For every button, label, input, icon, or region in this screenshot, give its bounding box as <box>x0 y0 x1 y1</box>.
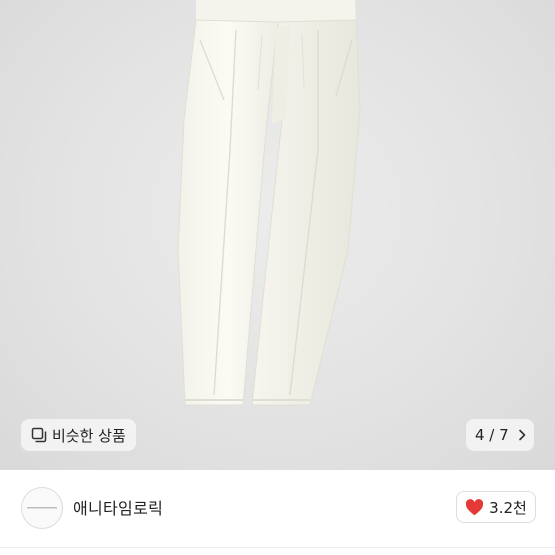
seller-avatar[interactable] <box>21 487 63 529</box>
image-counter-text: 4 / 7 <box>475 426 509 444</box>
like-button[interactable]: 3.2천 <box>456 491 536 523</box>
similar-items-icon <box>31 427 47 443</box>
product-image[interactable] <box>0 0 555 470</box>
product-detail-screen: 비슷한 상품 4 / 7 애니타임로릭 3.2천 <box>0 0 555 555</box>
seller-logo <box>27 507 57 509</box>
chevron-right-icon <box>517 429 527 441</box>
similar-items-label: 비슷한 상품 <box>52 426 126 445</box>
heart-icon <box>465 498 484 516</box>
seller-bar: 애니타임로릭 3.2천 <box>0 470 555 555</box>
seller-name[interactable]: 애니타임로릭 <box>73 495 163 519</box>
similar-items-button[interactable]: 비슷한 상품 <box>21 419 136 451</box>
likes-count: 3.2천 <box>489 498 527 517</box>
pants-illustration <box>177 0 361 406</box>
image-counter[interactable]: 4 / 7 <box>466 419 534 451</box>
divider <box>0 547 555 548</box>
